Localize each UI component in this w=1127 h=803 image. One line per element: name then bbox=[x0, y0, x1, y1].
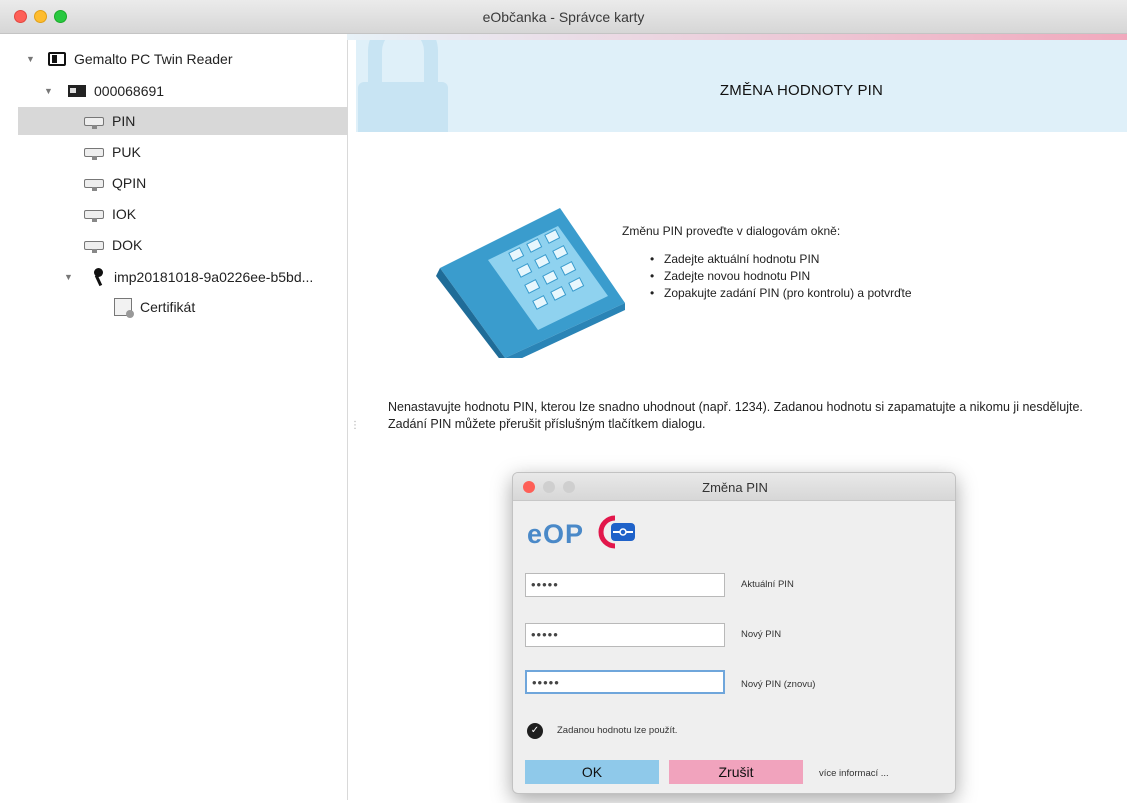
instructions-list: Zadejte aktuální hodnotu PIN Zadejte nov… bbox=[650, 252, 912, 303]
warning-text: Nenastavujte hodnotu PIN, kterou lze sna… bbox=[388, 399, 1108, 433]
new-pin-field[interactable]: ••••• bbox=[525, 623, 725, 647]
instructions-heading: Změnu PIN proveďte v dialogovám okně: bbox=[622, 224, 841, 238]
certificate-icon bbox=[114, 298, 134, 318]
card-label: 000068691 bbox=[94, 83, 165, 99]
tree-item-qpin[interactable]: QPIN bbox=[18, 169, 348, 197]
pin-icon bbox=[84, 147, 104, 160]
smart-card-icon bbox=[68, 85, 86, 97]
ok-button[interactable]: OK bbox=[525, 760, 659, 784]
confirm-pin-label: Nový PIN (znovu) bbox=[741, 679, 816, 690]
tree-item-pin[interactable]: PIN bbox=[18, 107, 348, 135]
cancel-button[interactable]: Zrušit bbox=[669, 760, 803, 784]
tree-item-label: QPIN bbox=[112, 175, 147, 191]
current-pin-field[interactable]: ••••• bbox=[525, 573, 725, 597]
key-icon bbox=[90, 268, 106, 286]
window-title: eObčanka - Správce karty bbox=[482, 9, 645, 25]
eop-logo: eOP bbox=[527, 519, 585, 549]
list-item: Zadejte novou hodnotu PIN bbox=[650, 269, 912, 286]
sidebar-tree: ▼ Gemalto PC Twin Reader ▼ 000068691 PIN… bbox=[18, 40, 348, 800]
disclosure-triangle-icon[interactable]: ▼ bbox=[44, 86, 56, 96]
tree-item-label: PUK bbox=[112, 144, 141, 160]
split-view-handle[interactable]: ⋮ bbox=[350, 420, 360, 431]
tree-item-label: IOK bbox=[112, 206, 137, 222]
card-reader-icon bbox=[48, 52, 66, 66]
validation-message: Zadanou hodnotu lze použít. bbox=[557, 725, 678, 736]
more-info-link[interactable]: více informací ... bbox=[819, 768, 889, 779]
page-title: ZMĚNA HODNOTY PIN bbox=[719, 82, 884, 99]
change-pin-dialog: Změna PIN eOP ••••• Aktuální PIN ••••• N… bbox=[512, 472, 956, 794]
pin-icon bbox=[84, 240, 104, 253]
current-pin-label: Aktuální PIN bbox=[741, 579, 794, 590]
tree-item-reader[interactable]: ▼ Gemalto PC Twin Reader bbox=[18, 45, 348, 73]
new-pin-label: Nový PIN bbox=[741, 629, 782, 640]
pin-icon bbox=[84, 116, 104, 129]
checkmark-icon: ✓ bbox=[527, 723, 543, 739]
tree-item-label: PIN bbox=[112, 113, 136, 129]
warning-line: Zadání PIN můžete přerušit příslušným tl… bbox=[388, 417, 706, 431]
title-bar: eObčanka - Správce karty bbox=[0, 0, 1127, 34]
header-banner: ZMĚNA HODNOTY PIN bbox=[356, 40, 1127, 132]
list-item: Zopakujte zadání PIN (pro kontrolu) a po… bbox=[650, 286, 912, 303]
key-label: imp20181018-9a0226ee-b5bd... bbox=[114, 269, 314, 285]
list-item: Zadejte aktuální hodnotu PIN bbox=[650, 252, 912, 269]
tree-item-iok[interactable]: IOK bbox=[18, 200, 348, 228]
reader-label: Gemalto PC Twin Reader bbox=[74, 51, 233, 67]
dialog-title: Změna PIN bbox=[702, 480, 768, 495]
disclosure-triangle-icon[interactable]: ▼ bbox=[64, 272, 76, 282]
confirm-pin-field[interactable]: ••••• bbox=[525, 670, 725, 694]
certificate-label: Certifikát bbox=[140, 299, 196, 315]
disclosure-triangle-icon[interactable]: ▼ bbox=[26, 54, 38, 64]
tree-item-certificate[interactable]: Certifikát bbox=[18, 293, 348, 321]
tree-item-key[interactable]: ▼ imp20181018-9a0226ee-b5bd... bbox=[18, 263, 348, 291]
pin-keypad-icon bbox=[436, 208, 625, 358]
tree-item-label: DOK bbox=[112, 237, 143, 253]
pin-icon bbox=[84, 178, 104, 191]
eop-logo-mark-icon bbox=[598, 515, 635, 549]
pin-icon bbox=[84, 209, 104, 222]
tree-item-puk[interactable]: PUK bbox=[18, 138, 348, 166]
tree-item-dok[interactable]: DOK bbox=[18, 231, 348, 259]
tree-item-card[interactable]: ▼ 000068691 bbox=[18, 77, 348, 105]
warning-line: Nenastavujte hodnotu PIN, kterou lze sna… bbox=[388, 400, 1083, 414]
dialog-title-bar: Změna PIN bbox=[513, 473, 955, 501]
